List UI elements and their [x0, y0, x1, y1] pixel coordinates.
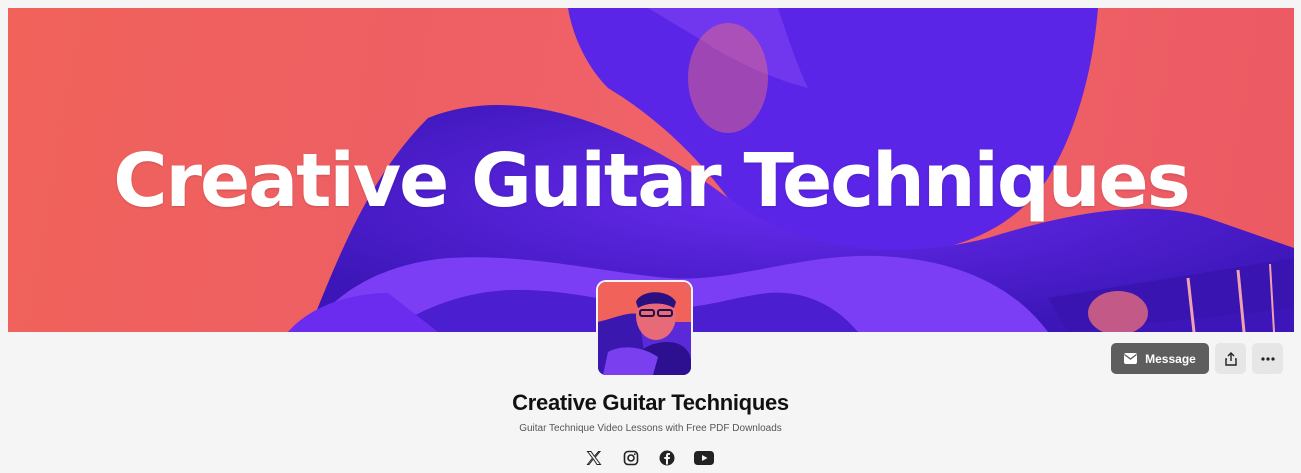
more-options-button[interactable] [1252, 343, 1283, 374]
page-title: Creative Guitar Techniques [512, 390, 789, 415]
message-button[interactable]: Message [1111, 343, 1209, 374]
facebook-link[interactable] [657, 448, 677, 468]
x-link[interactable] [584, 448, 604, 468]
banner-title: Creative Guitar Techniques [113, 138, 1191, 224]
share-button[interactable] [1215, 343, 1246, 374]
x-icon [586, 451, 602, 465]
avatar[interactable] [598, 282, 691, 375]
more-icon [1260, 356, 1275, 361]
facebook-icon [659, 450, 675, 466]
instagram-link[interactable] [621, 448, 641, 468]
instagram-icon [623, 450, 638, 466]
youtube-link[interactable] [693, 448, 714, 468]
social-links [584, 448, 714, 468]
avatar-image [598, 282, 691, 375]
creator-profile-page: Creative Guitar Techniques Message Creat… [0, 0, 1301, 473]
message-button-label: Message [1145, 351, 1196, 366]
youtube-icon [693, 451, 714, 465]
share-icon [1224, 351, 1237, 366]
envelope-icon [1124, 353, 1138, 364]
profile-tagline: Guitar Technique Video Lessons with Free… [519, 423, 782, 434]
